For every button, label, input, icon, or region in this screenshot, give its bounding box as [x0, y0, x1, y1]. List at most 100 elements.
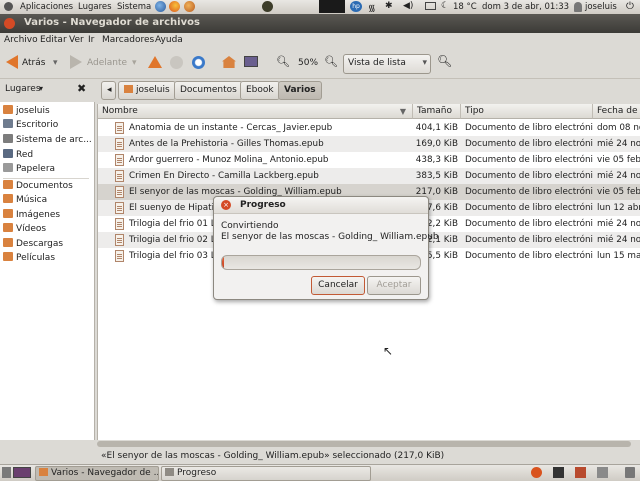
up-arrow-icon[interactable] [148, 56, 162, 68]
menu-editar[interactable]: Editar [40, 35, 67, 45]
close-dialog-icon[interactable]: × [221, 200, 231, 210]
firefox-icon[interactable] [169, 1, 180, 12]
sidebar-item-escritorio[interactable]: Escritorio [3, 118, 93, 132]
sidebar-item-label: Descargas [16, 239, 64, 249]
task-progreso[interactable]: Progreso [161, 466, 371, 481]
weather-temperature[interactable]: 18 °C [453, 2, 477, 12]
breadcrumb-varios[interactable]: Varios [278, 81, 322, 100]
wifi-icon[interactable]: ᯾ [368, 1, 376, 14]
breadcrumb-ebook[interactable]: Ebook [240, 81, 280, 100]
trash-panel-icon[interactable] [625, 467, 635, 478]
table-row[interactable]: Anatomia de un instante - Cercas_ Javier… [98, 120, 640, 136]
window-icon [165, 468, 174, 476]
view-mode-select[interactable]: Vista de lista ▾ [343, 54, 431, 74]
menu-ayuda[interactable]: Ayuda [155, 35, 183, 45]
user-name[interactable]: joseluis [585, 2, 617, 12]
search-icon[interactable]: 🔍︎ [437, 54, 452, 68]
zoom-level[interactable]: 50% [298, 58, 318, 68]
files-task-icon[interactable] [597, 467, 608, 478]
mail-indicator-icon[interactable] [425, 2, 436, 10]
epub-file-icon [115, 122, 124, 134]
file-type: Documento de libro electrónico [465, 139, 593, 149]
cancel-button[interactable]: Cancelar [311, 276, 365, 295]
forward-arrow-icon [70, 55, 82, 69]
sidebar-item-videos[interactable]: Vídeos [3, 222, 93, 236]
menubar: Archivo Editar Ver Ir Marcadores Ayuda [0, 33, 640, 48]
sidebar-item-sistema[interactable]: Sistema de arc... [3, 133, 93, 147]
bluetooth-icon[interactable]: ✱ [385, 1, 393, 11]
close-sidebar-icon[interactable]: ✖ [77, 82, 86, 95]
table-row[interactable]: Ardor guerrero - Munoz Molina_ Antonio.e… [98, 152, 640, 168]
window-task-icon[interactable] [575, 467, 586, 478]
menu-marcadores[interactable]: Marcadores [102, 35, 154, 45]
menu-ir[interactable]: Ir [88, 35, 94, 45]
power-icon[interactable]: ⏻ [626, 1, 634, 12]
task-nautilus[interactable]: Varios - Navegador de ... [35, 466, 159, 481]
back-history-dropdown[interactable]: ▾ [53, 58, 58, 68]
sidebar-dropdown-icon[interactable]: ▾ [39, 84, 43, 93]
file-size: 169,0 KiB [415, 139, 458, 149]
sidebar-item-red[interactable]: Red [3, 148, 93, 162]
home-folder-icon [124, 85, 133, 93]
firefox-task-icon[interactable] [531, 467, 542, 478]
reload-icon[interactable] [192, 56, 205, 69]
home-icon[interactable] [222, 56, 236, 68]
horizontal-scrollbar[interactable] [97, 440, 640, 448]
table-row[interactable]: Antes de la Prehistoria - Gilles Thomas.… [98, 136, 640, 152]
folder-icon [3, 223, 13, 232]
hp-printer-icon[interactable]: hp [350, 1, 362, 12]
email-client-icon[interactable] [184, 1, 195, 12]
sidebar-item-descargas[interactable]: Descargas [3, 237, 93, 251]
workspace-switcher-icon[interactable] [13, 467, 31, 478]
sidebar-item-papelera[interactable]: Papelera [3, 162, 93, 176]
help-globe-icon[interactable] [155, 1, 166, 12]
clock[interactable]: dom 3 de abr, 01:33 [482, 2, 569, 12]
user-icon[interactable] [574, 2, 582, 12]
file-date: mié 24 nov [597, 171, 640, 181]
table-row[interactable]: Crimen En Directo - Camilla Lackberg.epu… [98, 168, 640, 184]
volume-icon[interactable]: ◀) [403, 1, 413, 11]
system-monitor-icon[interactable] [319, 0, 345, 13]
sidebar-item-label: Sistema de arc... [16, 135, 92, 145]
zoom-out-icon[interactable]: 🔍︎ [276, 55, 290, 68]
sidebar-item-label: Películas [16, 253, 56, 263]
menu-ver[interactable]: Ver [69, 35, 84, 45]
file-date: dom 08 no [597, 123, 640, 133]
window-titlebar[interactable]: Varios - Navegador de archivos [0, 14, 640, 33]
show-desktop-icon[interactable] [2, 467, 11, 478]
sidebar-item-imagenes[interactable]: Imágenes [3, 208, 93, 222]
chevron-down-icon: ▾ [422, 58, 427, 68]
column-header-nombre[interactable]: Nombre ▼ [98, 104, 413, 119]
sidebar-header-label[interactable]: Lugares [5, 84, 41, 94]
back-button[interactable]: Atrás [22, 58, 45, 68]
epub-file-icon [115, 202, 124, 214]
network-status-icon[interactable] [262, 1, 273, 12]
computer-icon[interactable] [244, 56, 258, 67]
dialog-file-name: El senyor de las moscas - Golding_ Willi… [221, 232, 439, 242]
terminal-task-icon[interactable] [553, 467, 564, 478]
zoom-in-icon[interactable]: 🔍︎ [324, 55, 338, 68]
top-panel: Aplicaciones Lugares Sistema hp ᯾ ✱ ◀) ☾… [0, 0, 640, 15]
menu-aplicaciones[interactable]: Aplicaciones [20, 2, 73, 12]
ubuntu-logo-icon[interactable] [4, 2, 13, 11]
breadcrumb-joseluis[interactable]: joseluis [118, 81, 176, 100]
breadcrumb-scroll-left[interactable]: ◂ [101, 81, 116, 100]
view-mode-value: Vista de lista [348, 58, 406, 68]
column-header-tipo[interactable]: Tipo [461, 104, 593, 119]
sidebar-item-peliculas[interactable]: Películas [3, 251, 93, 265]
sidebar-item-joseluis[interactable]: joseluis [3, 104, 93, 118]
close-window-icon[interactable] [4, 18, 15, 29]
breadcrumb-documentos[interactable]: Documentos [174, 81, 243, 100]
column-header-fecha[interactable]: Fecha de m [593, 104, 640, 119]
sidebar-item-musica[interactable]: Música [3, 193, 93, 207]
weather-icon[interactable]: ☾ [441, 1, 449, 11]
epub-file-icon [115, 250, 124, 262]
scrollbar-thumb[interactable] [97, 441, 631, 447]
menu-archivo[interactable]: Archivo [4, 35, 38, 45]
column-header-tamano[interactable]: Tamaño [413, 104, 461, 119]
sidebar-item-documentos[interactable]: Documentos [3, 179, 93, 193]
menu-lugares[interactable]: Lugares [78, 2, 112, 12]
dialog-titlebar[interactable]: × Progreso [214, 197, 428, 214]
back-arrow-icon[interactable] [6, 55, 18, 69]
menu-sistema[interactable]: Sistema [117, 2, 151, 12]
